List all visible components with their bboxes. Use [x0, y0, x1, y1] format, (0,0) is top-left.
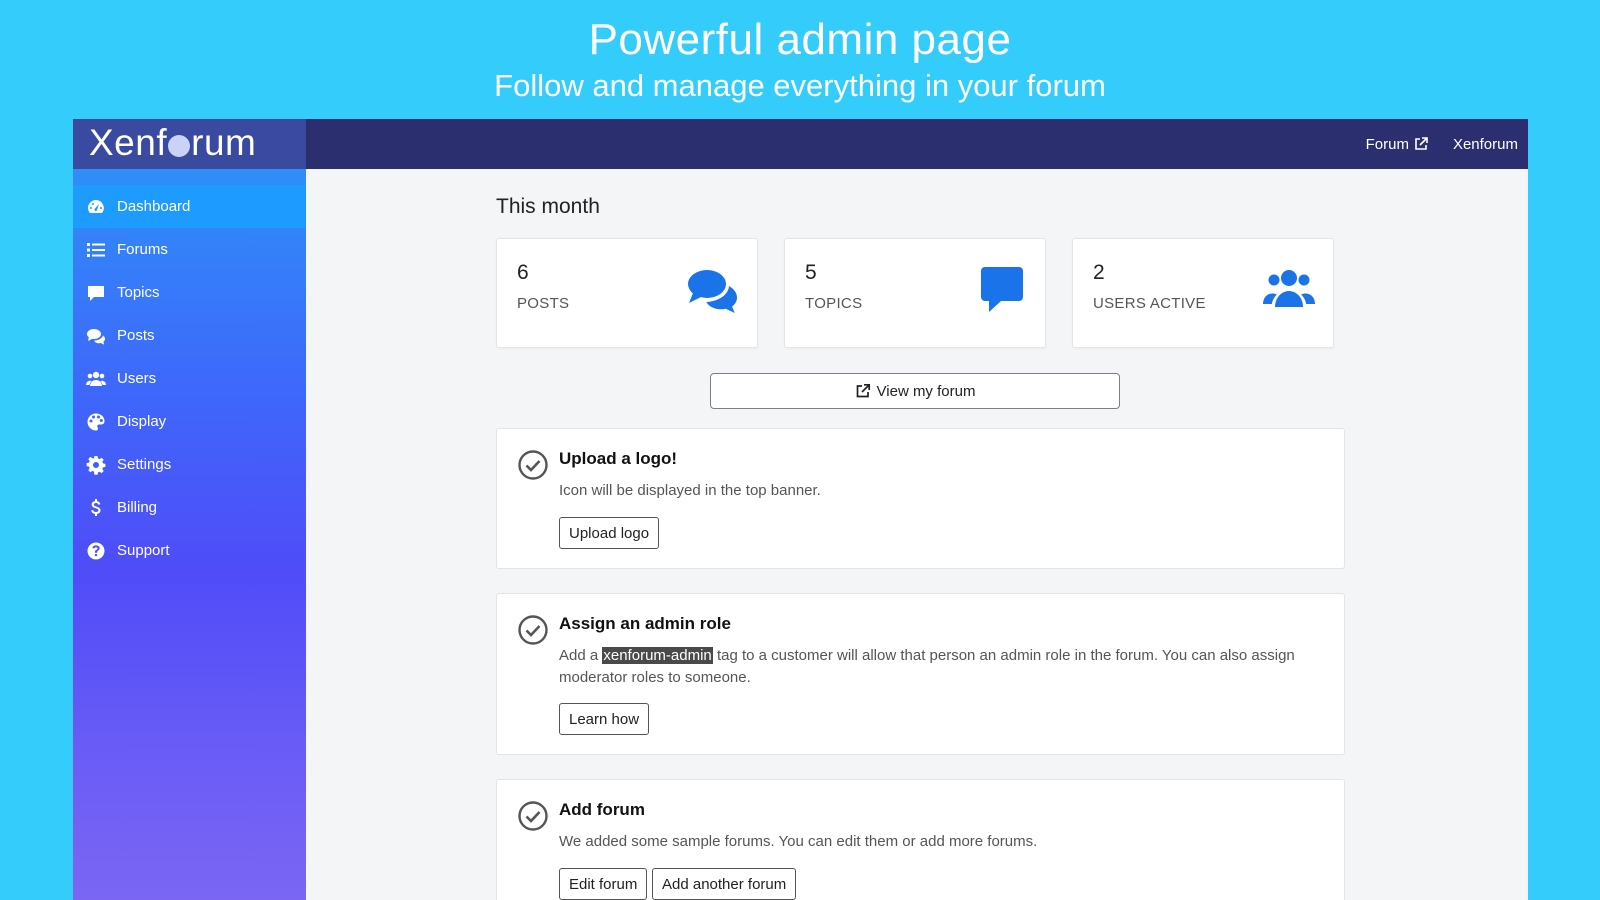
stat-value: 2: [1093, 261, 1105, 284]
stat-card-topics: 5 TOPICS: [784, 238, 1046, 348]
task-description: We added some sample forums. You can edi…: [559, 833, 1038, 850]
sidebar-item-topics[interactable]: Topics: [73, 271, 306, 314]
task-description: Add a xenforum-admin tag to a customer w…: [559, 645, 1319, 689]
edit-forum-button[interactable]: Edit forum: [559, 868, 648, 900]
external-link-icon: [1415, 137, 1428, 150]
task-description: Icon will be displayed in the top banner…: [559, 482, 821, 499]
comments-icon: [687, 267, 739, 313]
sidebar-item-dashboard[interactable]: Dashboard: [73, 185, 306, 228]
task-card-upload-logo: Upload a logo! Icon will be displayed in…: [496, 428, 1345, 569]
sidebar-item-label: Topics: [117, 284, 160, 301]
dollar-icon: [85, 498, 107, 518]
user-menu-link[interactable]: Xenforum: [1453, 136, 1518, 153]
dashboard-icon: [85, 197, 107, 217]
sidebar-item-billing[interactable]: Billing: [73, 486, 306, 529]
stat-label: POSTS: [517, 295, 570, 312]
comments-icon: [85, 326, 107, 346]
task-title: Add forum: [559, 800, 645, 819]
sidebar-item-label: Forums: [117, 241, 168, 258]
stat-value: 5: [805, 261, 817, 284]
users-icon: [1263, 267, 1315, 313]
stat-label: USERS ACTIVE: [1093, 295, 1206, 312]
sidebar-item-label: Users: [117, 370, 157, 387]
comment-icon: [85, 283, 107, 303]
admin-app-window: Xenf rum Forum Xenforum Dashboard Forums …: [73, 119, 1528, 900]
top-bar: Xenf rum Forum Xenforum: [73, 119, 1528, 169]
gear-icon: [85, 455, 107, 475]
section-title: This month: [496, 195, 600, 218]
forum-link[interactable]: Forum: [1366, 136, 1429, 153]
stat-label: TOPICS: [805, 295, 863, 312]
logo-bubble-icon: [168, 135, 191, 157]
logo-text-start: Xenf: [89, 122, 168, 163]
sidebar-item-label: Support: [117, 542, 170, 559]
promo-subtitle: Follow and manage everything in your for…: [494, 68, 1106, 103]
comment-icon: [975, 267, 1027, 313]
sidebar-item-label: Billing: [117, 499, 158, 516]
sidebar-item-posts[interactable]: Posts: [73, 314, 306, 357]
sidebar-item-label: Settings: [117, 456, 172, 473]
stat-card-users-active: 2 USERS ACTIVE: [1072, 238, 1334, 348]
question-icon: [85, 541, 107, 561]
task-title: Assign an admin role: [559, 614, 731, 633]
sidebar-item-forums[interactable]: Forums: [73, 228, 306, 271]
check-circle-icon: [518, 801, 548, 831]
sidebar-item-users[interactable]: Users: [73, 357, 306, 400]
view-my-forum-button[interactable]: View my forum: [710, 373, 1120, 409]
main-content: This month 6 POSTS 5 TOPICS 2 USERS ACTI…: [306, 169, 1528, 900]
view-my-forum-label: View my forum: [876, 382, 976, 400]
desc-prefix: Add a: [559, 647, 599, 664]
sidebar: Dashboard Forums Topics Posts Users Disp…: [73, 169, 306, 900]
sidebar-item-label: Posts: [117, 327, 155, 344]
stat-value: 6: [517, 261, 529, 284]
sidebar-item-display[interactable]: Display: [73, 400, 306, 443]
users-icon: [85, 369, 107, 389]
sidebar-item-settings[interactable]: Settings: [73, 443, 306, 486]
external-link-icon: [856, 383, 870, 398]
user-menu-label: Xenforum: [1452, 135, 1518, 153]
check-circle-icon: [518, 615, 548, 645]
learn-how-button[interactable]: Learn how: [559, 703, 650, 735]
sidebar-item-label: Dashboard: [117, 198, 191, 215]
palette-icon: [85, 412, 107, 432]
admin-tag-highlight: xenforum-admin: [602, 647, 713, 664]
forum-link-label: Forum: [1365, 135, 1409, 153]
task-card-add-forum: Add forum We added some sample forums. Y…: [496, 779, 1345, 900]
task-card-admin-role: Assign an admin role Add a xenforum-admi…: [496, 593, 1345, 755]
upload-logo-button[interactable]: Upload logo: [559, 517, 660, 549]
app-logo[interactable]: Xenf rum: [73, 119, 306, 169]
promo-headline: Powerful admin page Follow and manage ev…: [0, 14, 1600, 106]
list-icon: [85, 240, 107, 260]
add-another-forum-button[interactable]: Add another forum: [652, 868, 797, 900]
sidebar-item-label: Display: [117, 413, 167, 430]
sidebar-item-support[interactable]: Support: [73, 529, 306, 572]
stat-card-posts: 6 POSTS: [496, 238, 758, 348]
top-nav: Forum Xenforum: [1366, 119, 1518, 169]
check-circle-icon: [518, 450, 548, 480]
logo-text-end: rum: [191, 122, 257, 163]
promo-title: Powerful admin page: [588, 15, 1012, 64]
task-title: Upload a logo!: [559, 449, 678, 468]
